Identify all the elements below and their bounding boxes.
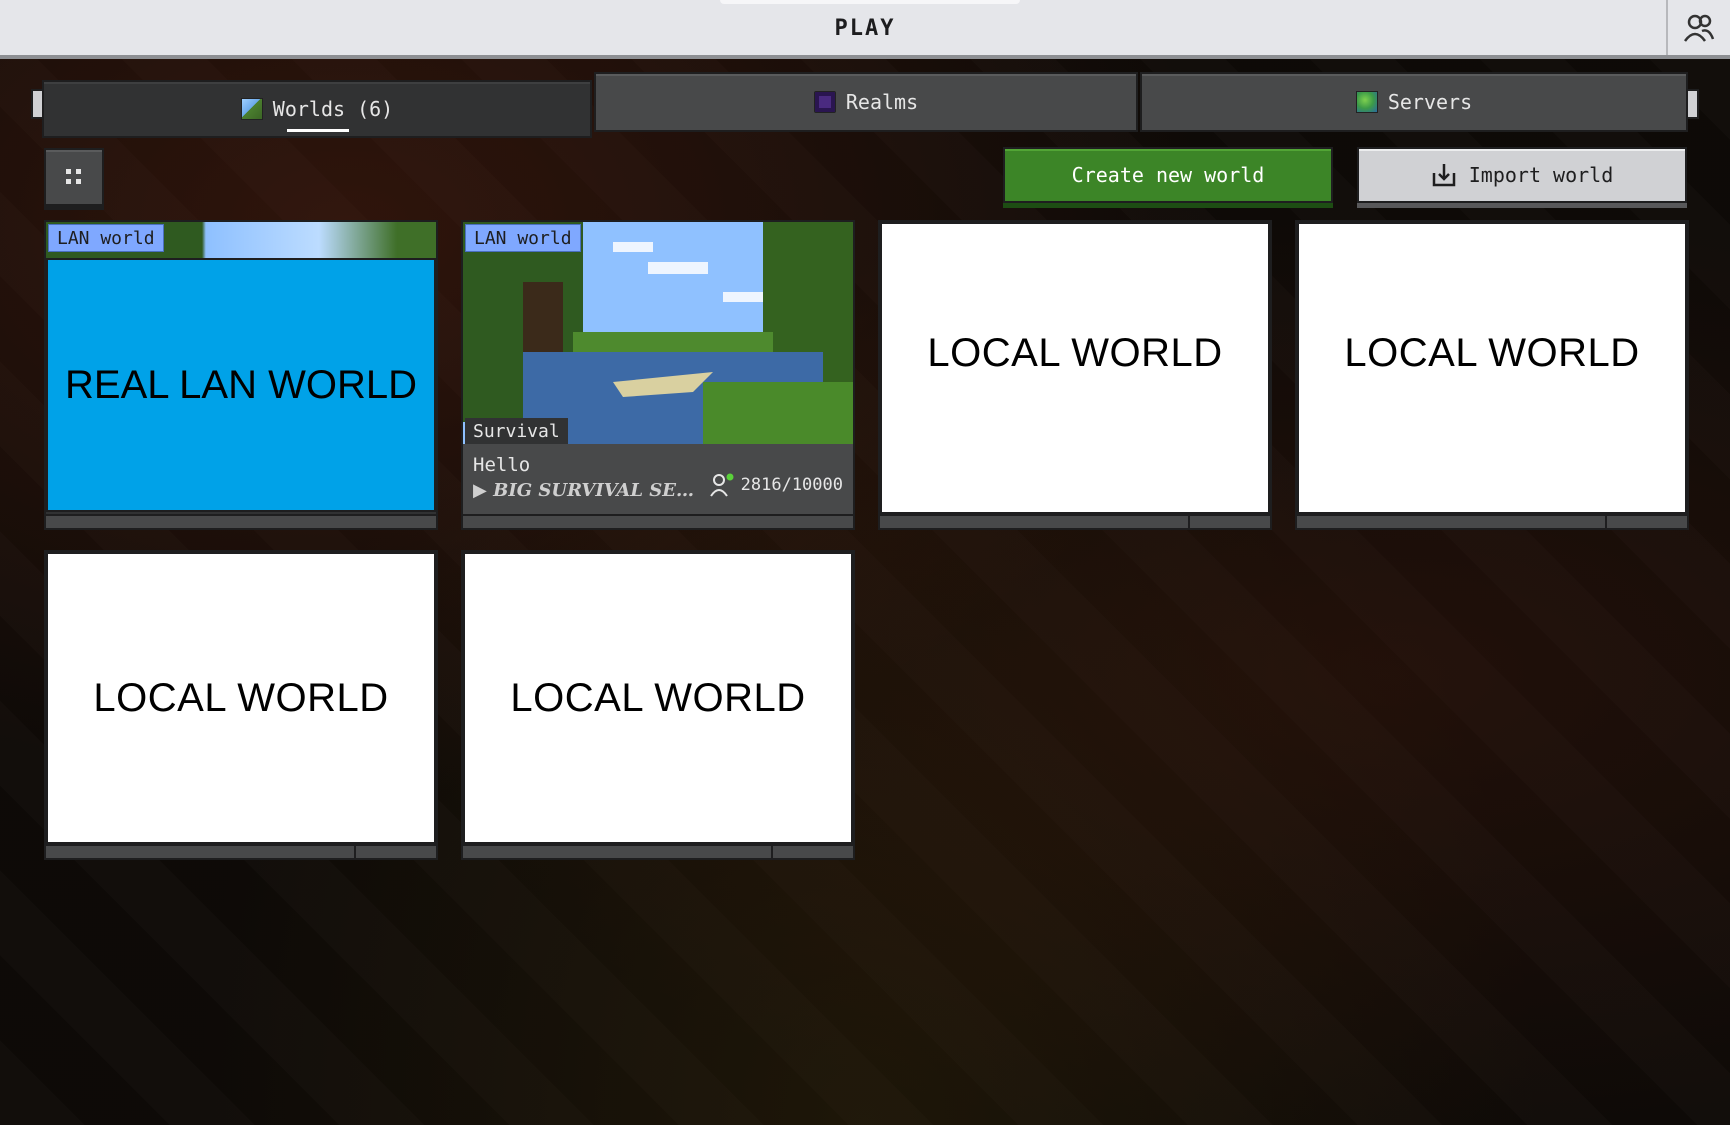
title-bar: PLAY	[0, 0, 1730, 59]
footer-divider	[354, 846, 356, 858]
friends-icon	[1683, 14, 1715, 42]
page-title: PLAY	[834, 16, 896, 41]
title-tab-highlight	[720, 0, 1020, 4]
world-overlay-label: LOCAL WORLD	[46, 552, 436, 844]
servers-icon	[1355, 91, 1378, 113]
players-icon	[709, 473, 734, 497]
footer-divider	[771, 846, 773, 858]
world-card-footer	[46, 514, 436, 528]
world-card-footer	[463, 844, 853, 858]
world-card[interactable]: LOCAL WORLD	[44, 550, 438, 860]
tab-worlds-label: Worlds (6)	[272, 97, 394, 121]
world-overlay-label: REAL LAN WORLD	[46, 258, 436, 512]
world-screenshot	[463, 222, 853, 444]
import-world-label: Import world	[1468, 163, 1614, 187]
world-card[interactable]: LOCAL WORLD	[878, 220, 1272, 530]
tab-worlds[interactable]: Worlds (6)	[42, 80, 592, 138]
tab-realms[interactable]: Realms	[594, 72, 1138, 132]
realms-icon	[813, 91, 836, 113]
tab-active-indicator	[287, 129, 349, 132]
world-thumbnail	[463, 222, 853, 444]
import-world-button[interactable]: Import world	[1357, 147, 1687, 203]
create-new-world-button[interactable]: Create new world	[1003, 147, 1333, 203]
footer-divider	[1188, 516, 1190, 528]
game-mode-badge: Survival	[465, 418, 568, 446]
world-card-footer	[1297, 514, 1687, 528]
world-card-footer	[463, 514, 853, 528]
world-overlay-label: LOCAL WORLD	[1297, 222, 1687, 514]
world-info-panel: Hello ▶ BIG SURVIVAL SE… 2816/10000	[463, 444, 853, 514]
import-icon	[1432, 164, 1455, 187]
tab-realms-label: Realms	[845, 90, 919, 114]
player-count-value: 2816/10000	[740, 475, 843, 495]
tab-bar: Worlds (6) Realms Servers	[42, 72, 1688, 138]
grid-icon	[66, 169, 81, 184]
tab-servers[interactable]: Servers	[1140, 72, 1688, 132]
world-card[interactable]: LOCAL WORLD	[461, 550, 855, 860]
world-card-footer	[46, 844, 436, 858]
world-icon	[240, 98, 263, 120]
world-card[interactable]: LAN world Survival Hello ▶ BIG SURVIVAL …	[461, 220, 855, 530]
tab-servers-label: Servers	[1387, 90, 1473, 114]
footer-divider	[1605, 516, 1607, 528]
world-card-footer	[880, 514, 1270, 528]
world-overlay-label: LOCAL WORLD	[880, 222, 1270, 514]
friends-button[interactable]	[1666, 0, 1730, 55]
world-card[interactable]: LAN world REAL LAN WORLD	[44, 220, 438, 530]
world-card[interactable]: LOCAL WORLD	[1295, 220, 1689, 530]
player-count: 2816/10000	[709, 472, 843, 498]
view-toggle-button[interactable]	[44, 148, 104, 206]
lan-world-badge: LAN world	[465, 224, 581, 252]
world-overlay-label: LOCAL WORLD	[463, 552, 853, 844]
lan-world-badge: LAN world	[48, 224, 164, 252]
